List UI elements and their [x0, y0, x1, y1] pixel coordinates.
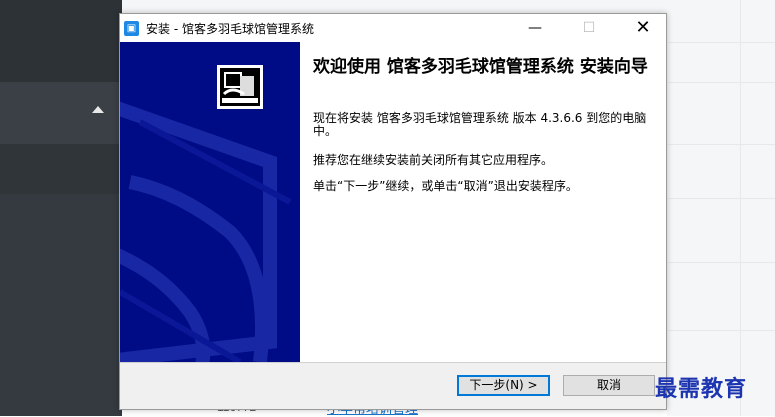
wizard-content: 欢迎使用 馆客多羽毛球馆管理系统 安装向导 现在将安装 馆客多羽毛球馆管理系统 …: [300, 42, 666, 362]
watermark-logo: 最需教育: [655, 376, 748, 402]
background-sidebar: [0, 0, 122, 416]
wizard-heading: 欢迎使用 馆客多羽毛球馆管理系统 安装向导: [313, 57, 648, 77]
computer-install-icon: [217, 65, 263, 109]
background-column-divider: [740, 0, 741, 416]
background-grid-line: [668, 330, 775, 331]
background-grid-line: [668, 262, 775, 263]
background-grid-line: [668, 42, 775, 43]
installer-banner-graphic: [120, 42, 300, 362]
maximize-button: ☐: [582, 20, 596, 36]
continue-instruction: 单击“下一步”继续，或单击“取消”退出安装程序。: [313, 179, 578, 193]
installer-window: ▣ 安装 - 馆客多羽毛球馆管理系统 — ☐ ✕ 欢迎使用 馆客多羽毛球馆管理系…: [119, 13, 667, 410]
background-sidebar-top: [0, 0, 122, 82]
installer-app-icon: ▣: [124, 21, 139, 36]
next-button[interactable]: 下一步(N) >: [457, 375, 550, 396]
minimize-button[interactable]: —: [512, 14, 558, 42]
close-button[interactable]: ✕: [620, 14, 666, 42]
cancel-button[interactable]: 取消: [563, 375, 655, 396]
title-bar[interactable]: ▣ 安装 - 馆客多羽毛球馆管理系统 — ☐ ✕: [120, 14, 666, 42]
install-description: 现在将安装 馆客多羽毛球馆管理系统 版本 4.3.6.6 到您的电脑中。: [313, 111, 647, 138]
window-title: 安装 - 馆客多羽毛球馆管理系统: [146, 22, 314, 36]
background-sidebar-item[interactable]: [0, 144, 122, 194]
close-apps-recommendation: 推荐您在继续安装前关闭所有其它应用程序。: [313, 153, 554, 167]
wizard-side-image: [120, 42, 300, 362]
footer-divider: [120, 362, 666, 363]
background-grid-line: [668, 82, 775, 83]
background-sidebar-active-item[interactable]: [0, 82, 122, 144]
background-grid-line: [668, 144, 775, 145]
background-grid-line: [668, 198, 775, 199]
caret-up-icon[interactable]: [92, 106, 104, 113]
